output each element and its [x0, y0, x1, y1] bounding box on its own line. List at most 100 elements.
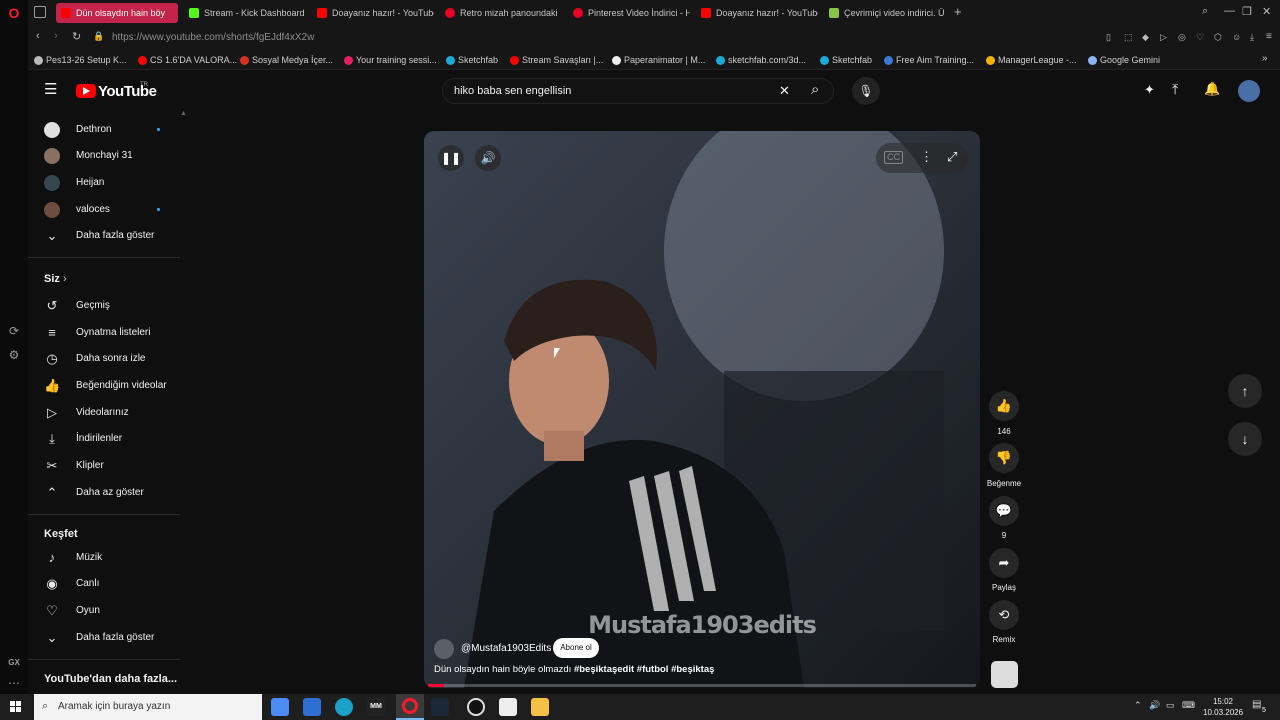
taskbar-active-app[interactable] — [396, 694, 424, 720]
bookmark-icon[interactable]: ▯ — [1106, 32, 1111, 43]
bookmark-item[interactable]: Paperanimator | M... — [612, 53, 705, 67]
obs-app-icon[interactable] — [467, 698, 485, 716]
bookmark-item[interactable]: Free Aim Training... — [884, 53, 974, 67]
taskbar-search-input[interactable]: ⌕ Aramak için buraya yazın — [34, 694, 262, 720]
pause-icon[interactable]: ❚❚ — [438, 145, 464, 171]
sidebar-item-live[interactable]: ◉ Canlı — [28, 571, 182, 597]
sidebar-item-history[interactable]: ↺ Geçmiş — [28, 293, 182, 319]
bookmarks-overflow-icon[interactable]: » — [1262, 53, 1268, 64]
bookmark-item[interactable]: Sosyal Medya İçer... — [240, 53, 333, 67]
extension-icon[interactable]: ◎ — [1178, 32, 1186, 43]
sidebar-item-gaming[interactable]: ♡ Oyun — [28, 598, 182, 624]
extensions-rail-icon[interactable]: ⚙ — [7, 348, 21, 362]
language-tray-icon[interactable]: ⌨ — [1182, 700, 1195, 711]
bookmark-item[interactable]: CS 1.6'DA VALORA... — [138, 53, 237, 67]
search-icon[interactable]: ⌕ — [811, 81, 819, 98]
tab-6[interactable]: Çevrimiçi video indirici. Ü — [824, 3, 946, 23]
back-icon[interactable]: ‹ — [36, 30, 40, 42]
sidebar-subscription[interactable]: Heijan — [28, 170, 182, 196]
channel-name[interactable]: @Mustafa1903Edits — [461, 643, 551, 654]
upload-icon[interactable]: ⤒ — [1172, 81, 1178, 98]
maximize-icon[interactable]: ❐ — [1242, 5, 1252, 18]
sidebar-item-clips[interactable]: ✂ Klipler — [28, 453, 182, 479]
steam-app-icon[interactable] — [431, 698, 449, 716]
bookmark-item[interactable]: Your training sessi... — [344, 53, 437, 67]
gx-icon[interactable]: GX — [7, 656, 21, 670]
vpn-icon[interactable]: ◆ — [1142, 32, 1149, 43]
history-rail-icon[interactable]: ⟳ — [7, 324, 21, 338]
sidebar-item-liked[interactable]: 👍 Beğendiğim videolar — [28, 373, 182, 399]
opera-logo-icon[interactable]: O — [7, 6, 21, 20]
clear-search-icon[interactable]: ✕ — [779, 83, 790, 99]
fullscreen-icon[interactable]: ⤢ — [947, 149, 957, 165]
store-app-icon[interactable] — [271, 698, 289, 716]
close-window-icon[interactable]: ✕ — [1262, 5, 1271, 18]
tray-chevron-icon[interactable]: ⌃ — [1134, 700, 1142, 711]
url-field[interactable]: https://www.youtube.com/shorts/fgEJdf4xX… — [108, 29, 1108, 47]
heart-icon[interactable]: ♡ — [1196, 32, 1204, 43]
network-tray-icon[interactable]: ▭ — [1166, 700, 1175, 711]
voice-search-icon[interactable]: 🎙 — [852, 77, 880, 105]
snapshot-icon[interactable]: ⬚ — [1124, 32, 1133, 43]
share-button[interactable]: ➦ — [989, 548, 1019, 578]
search-input[interactable]: hiko baba sen engellisin ✕ ⌕ — [442, 78, 834, 104]
volume-tray-icon[interactable]: 🔊 — [1149, 700, 1160, 711]
menu-icon[interactable]: ≡ — [1266, 31, 1272, 42]
download-icon[interactable]: ⤓ — [1250, 32, 1254, 43]
bookmark-item[interactable]: Google Gemini — [1088, 53, 1160, 67]
comments-button[interactable]: 💬 — [989, 496, 1019, 526]
sidebar-item-watch-later[interactable]: ◷ Daha sonra izle — [28, 346, 182, 372]
like-button[interactable]: 👍 — [989, 391, 1019, 421]
channel-avatar[interactable] — [434, 639, 454, 659]
bookmark-item[interactable]: Stream Savaşları |... — [510, 53, 603, 67]
you-section-title[interactable]: Siz › — [44, 273, 67, 285]
progress-track[interactable] — [428, 684, 976, 687]
tab-0[interactable]: Dün olsaydın hain böy — [56, 3, 178, 23]
windows-start-icon[interactable] — [10, 701, 22, 713]
hamburger-menu-icon[interactable]: ☰ — [44, 82, 57, 97]
show-more-explore-button[interactable]: ⌄ Daha fazla göster — [28, 625, 182, 651]
previous-short-button[interactable]: ↑ — [1228, 374, 1262, 408]
mail-app-icon[interactable] — [303, 698, 321, 716]
notifications-tray-icon[interactable]: ▤ — [1252, 699, 1261, 710]
tab-4[interactable]: Pinterest Video İndirici - H — [568, 3, 690, 23]
profile-icon[interactable]: ☺ — [1232, 32, 1241, 42]
cube-icon[interactable]: ⬡ — [1214, 32, 1222, 43]
sidebar-item-your-videos[interactable]: ▷ Videolarınız — [28, 400, 182, 426]
epic-app-icon[interactable] — [499, 698, 517, 716]
shorts-video-player[interactable]: Mustafa1903edits ❚❚ 🔊 CC ⋮ ⤢ @Mustafa190… — [424, 131, 980, 688]
sound-thumbnail[interactable] — [991, 661, 1018, 688]
bookmark-item[interactable]: Sketchfab — [820, 53, 872, 67]
minimize-icon[interactable]: — — [1224, 5, 1235, 17]
edge-app-icon[interactable] — [335, 698, 353, 716]
forward-icon[interactable]: › — [54, 30, 58, 42]
volume-icon[interactable]: 🔊 — [475, 145, 501, 171]
bookmark-item[interactable]: Sketchfab — [446, 53, 498, 67]
gemini-icon[interactable]: ✦ — [1144, 82, 1155, 98]
show-more-subscriptions-button[interactable]: ⌄ Daha fazla göster — [28, 223, 182, 249]
subscribe-button[interactable]: Abone ol — [553, 638, 599, 658]
tab-1[interactable]: Stream - Kick Dashboard — [184, 3, 306, 23]
youtube-logo-icon[interactable] — [76, 84, 96, 98]
mm-app-icon[interactable]: MM — [367, 698, 385, 716]
tab-2[interactable]: Doayanız hazır! - YouTube — [312, 3, 434, 23]
more-rail-icon[interactable]: ⋯ — [7, 676, 21, 690]
workspaces-icon[interactable] — [34, 6, 46, 18]
bookmark-item[interactable]: Pes13-26 Setup K... — [34, 53, 127, 67]
notifications-icon[interactable]: 🔔 — [1204, 81, 1220, 97]
next-short-button[interactable]: ↓ — [1228, 422, 1262, 456]
remix-button[interactable]: ⟲ — [989, 600, 1019, 630]
sidebar-subscription[interactable]: Dethron — [28, 117, 182, 143]
dislike-button[interactable]: 👎 — [989, 443, 1019, 473]
taskbar-clock[interactable]: 15:02 10.03.2026 — [1203, 696, 1243, 718]
sidebar-item-playlists[interactable]: ≡ Oynatma listeleri — [28, 320, 182, 346]
sidebar-subscription[interactable]: Monchayi 31 — [28, 143, 182, 169]
more-options-icon[interactable]: ⋮ — [920, 149, 933, 165]
sidebar-subscription[interactable]: valoces — [28, 197, 182, 223]
reload-icon[interactable]: ↻ — [72, 30, 81, 43]
avatar[interactable] — [1238, 80, 1260, 102]
captions-icon[interactable]: CC — [884, 151, 903, 164]
show-less-button[interactable]: ⌃ Daha az göster — [28, 480, 182, 506]
file-explorer-icon[interactable] — [531, 698, 549, 716]
new-tab-icon[interactable]: + — [954, 4, 962, 19]
